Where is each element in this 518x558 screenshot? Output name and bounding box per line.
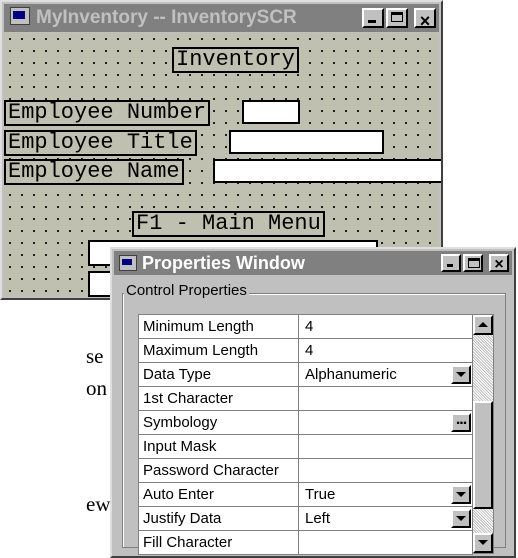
control-properties-group-label: Control Properties bbox=[124, 282, 249, 299]
properties-title-bar[interactable]: Properties Window × bbox=[114, 251, 512, 275]
scrollbar-thumb[interactable] bbox=[473, 401, 493, 509]
app-window-icon[interactable] bbox=[10, 7, 30, 25]
form-heading-label[interactable]: Inventory bbox=[172, 47, 299, 73]
minimize-icon bbox=[368, 20, 376, 23]
property-row-symbology[interactable]: Symbology ... bbox=[139, 411, 473, 435]
property-value-cell[interactable]: ... bbox=[299, 411, 473, 434]
dropdown-button[interactable] bbox=[451, 365, 471, 384]
property-row-password-character[interactable]: Password Character bbox=[139, 459, 473, 483]
property-name: Maximum Length bbox=[139, 339, 299, 362]
employee-name-field[interactable] bbox=[213, 159, 441, 183]
maximize-button[interactable] bbox=[386, 8, 408, 28]
property-value[interactable] bbox=[299, 531, 473, 554]
property-name: Password Character bbox=[139, 459, 299, 482]
property-value-cell[interactable]: Alphanumeric bbox=[299, 363, 473, 386]
chevron-down-icon bbox=[456, 492, 466, 497]
property-row-fill-character[interactable]: Fill Character bbox=[139, 531, 473, 555]
employee-number-label[interactable]: Employee Number bbox=[4, 100, 211, 126]
maximize-icon bbox=[468, 258, 480, 268]
property-row-maximum-length[interactable]: Maximum Length 4 bbox=[139, 339, 473, 363]
property-name: Fill Character bbox=[139, 531, 299, 554]
property-name: Symbology bbox=[139, 411, 299, 434]
scroll-down-button[interactable] bbox=[473, 533, 493, 553]
property-value-cell[interactable]: True bbox=[299, 483, 473, 506]
property-name: Data Type bbox=[139, 363, 299, 386]
background-text-3: ew bbox=[86, 492, 111, 516]
inventory-title-bar[interactable]: MyInventory -- InventorySCR × bbox=[4, 4, 439, 32]
employee-title-field[interactable] bbox=[229, 130, 384, 154]
property-value: True bbox=[305, 486, 336, 503]
arrow-down-icon bbox=[478, 540, 488, 545]
property-row-minimum-length[interactable]: Minimum Length 4 bbox=[139, 315, 473, 339]
dropdown-button[interactable] bbox=[451, 509, 471, 528]
property-name: Input Mask bbox=[139, 435, 299, 458]
minimize-icon bbox=[447, 264, 453, 267]
maximize-icon bbox=[391, 12, 403, 22]
properties-grid: Minimum Length 4 Maximum Length 4 Data T… bbox=[138, 314, 473, 555]
main-menu-label[interactable]: F1 - Main Menu bbox=[132, 211, 325, 237]
close-icon: × bbox=[419, 11, 431, 31]
properties-window-icon[interactable] bbox=[119, 255, 137, 271]
property-row-justify-data[interactable]: Justify Data Left bbox=[139, 507, 473, 531]
property-value-cell[interactable]: Left bbox=[299, 507, 473, 530]
property-value: Alphanumeric bbox=[305, 366, 397, 383]
inventory-window-controls: × bbox=[362, 8, 436, 31]
property-row-1st-character[interactable]: 1st Character bbox=[139, 387, 473, 411]
properties-window-title: Properties Window bbox=[142, 253, 305, 273]
employee-title-label[interactable]: Employee Title bbox=[4, 130, 197, 156]
chevron-down-icon bbox=[456, 516, 466, 521]
close-icon: × bbox=[494, 256, 504, 273]
property-value[interactable] bbox=[299, 387, 473, 410]
close-button[interactable]: × bbox=[414, 8, 436, 31]
property-name: Auto Enter bbox=[139, 483, 299, 506]
ellipsis-button[interactable]: ... bbox=[451, 411, 471, 432]
dropdown-button[interactable] bbox=[451, 485, 471, 504]
employee-number-field[interactable] bbox=[242, 100, 300, 124]
properties-window-controls: × bbox=[441, 254, 509, 273]
properties-close-button[interactable]: × bbox=[489, 254, 509, 273]
property-value[interactable]: 4 bbox=[299, 315, 473, 338]
property-row-input-mask[interactable]: Input Mask bbox=[139, 435, 473, 459]
property-value: Left bbox=[305, 510, 331, 527]
property-name: Justify Data bbox=[139, 507, 299, 530]
background-text-1: se bbox=[86, 344, 104, 368]
background-text-2: on bbox=[86, 376, 107, 400]
properties-scrollbar[interactable] bbox=[472, 314, 494, 554]
property-row-data-type[interactable]: Data Type Alphanumeric bbox=[139, 363, 473, 387]
inventory-window-title: MyInventory -- InventorySCR bbox=[36, 7, 297, 28]
property-value[interactable] bbox=[299, 459, 473, 482]
property-value[interactable] bbox=[299, 435, 473, 458]
employee-name-label[interactable]: Employee Name bbox=[4, 159, 184, 185]
arrow-up-icon bbox=[478, 322, 488, 327]
property-value[interactable]: 4 bbox=[299, 339, 473, 362]
chevron-down-icon bbox=[456, 372, 466, 377]
minimize-button[interactable] bbox=[362, 8, 384, 28]
property-name: 1st Character bbox=[139, 387, 299, 410]
properties-minimize-button[interactable] bbox=[441, 254, 461, 272]
ellipsis-icon: ... bbox=[455, 411, 467, 428]
scroll-up-button[interactable] bbox=[473, 315, 493, 335]
property-row-auto-enter[interactable]: Auto Enter True bbox=[139, 483, 473, 507]
properties-maximize-button[interactable] bbox=[463, 254, 483, 272]
property-name: Minimum Length bbox=[139, 315, 299, 338]
properties-window: Properties Window × Control Properties M… bbox=[110, 247, 516, 558]
